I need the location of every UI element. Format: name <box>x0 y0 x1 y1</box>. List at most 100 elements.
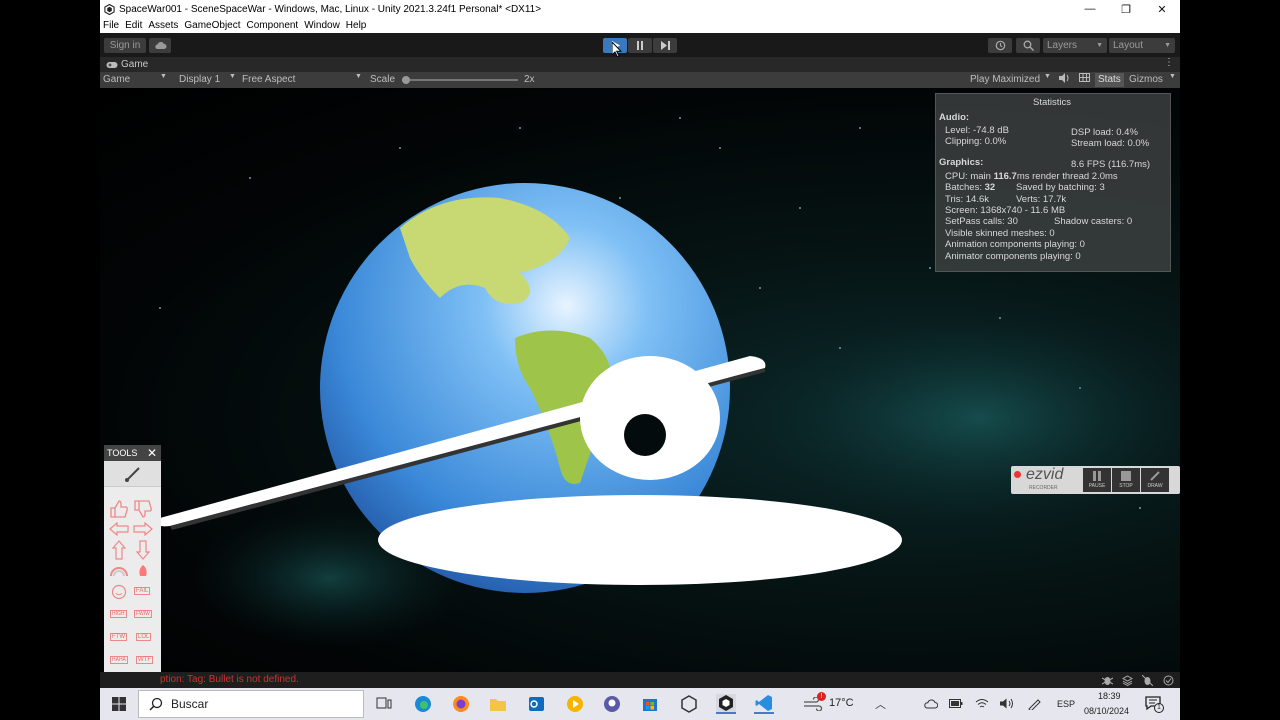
animator-components: Animator components playing: 0 <box>945 251 1081 262</box>
stamp-lol[interactable]: LOL <box>136 633 152 641</box>
arrow-right-icon[interactable] <box>133 522 153 536</box>
display-dropdown[interactable]: Display 1 <box>179 73 220 87</box>
more-options-icon[interactable]: ⋮ <box>1164 57 1174 68</box>
arrow-down-icon[interactable] <box>136 540 150 560</box>
scale-slider-handle[interactable] <box>402 76 410 84</box>
layers-stack-icon[interactable] <box>1122 675 1133 686</box>
menu-file[interactable]: File <box>103 20 119 31</box>
recorder-draw-button[interactable]: DRAW <box>1141 468 1169 492</box>
unity-hub-app[interactable] <box>679 694 699 714</box>
mute-audio-button[interactable] <box>1059 73 1070 87</box>
dsp-load: DSP load: 0.4% <box>1071 127 1138 138</box>
outlook-app[interactable] <box>526 694 546 714</box>
notifications-button[interactable]: 1 <box>1145 695 1164 713</box>
menu-window[interactable]: Window <box>304 20 340 31</box>
volume-icon[interactable] <box>1000 698 1014 709</box>
arrow-left-icon[interactable] <box>109 522 129 536</box>
step-button[interactable] <box>653 38 677 53</box>
vscode-app[interactable] <box>754 694 774 714</box>
thumbs-up-icon[interactable] <box>109 500 129 518</box>
unity-logo-icon <box>103 3 115 15</box>
chevron-up-icon[interactable]: ︿ <box>875 696 886 712</box>
brush-tool[interactable] <box>104 461 161 487</box>
taskbar-search-box[interactable]: Buscar <box>138 690 364 718</box>
stamp-fail[interactable]: FAIL <box>134 587 151 595</box>
shadow-casters: Shadow casters: 0 <box>1054 216 1133 227</box>
input-language[interactable]: ESP <box>1057 699 1075 709</box>
battery-icon[interactable] <box>949 699 963 708</box>
vsync-button[interactable] <box>1079 73 1090 87</box>
nebula <box>760 308 1180 528</box>
play-maximized-dropdown[interactable]: Play Maximized <box>970 73 1040 87</box>
search-button[interactable] <box>1016 38 1040 53</box>
stats-toggle[interactable]: Stats <box>1095 73 1124 87</box>
check-circle-icon[interactable] <box>1163 675 1174 686</box>
smiley-icon[interactable] <box>111 584 127 600</box>
history-button[interactable] <box>988 38 1012 53</box>
github-app[interactable] <box>602 694 622 714</box>
game-viewport[interactable]: Statistics Audio: Level: -74.8 dB Clippi… <box>100 88 1180 688</box>
gizmos-button[interactable]: Gizmos <box>1129 73 1163 87</box>
close-button[interactable]: ✕ <box>1144 3 1180 16</box>
stamp-high[interactable]: HIGH <box>110 610 127 618</box>
ezvid-recorder-widget: ezvid RECORDER PAUSE STOP DRAW <box>1011 466 1180 494</box>
cloud-button[interactable] <box>149 38 171 53</box>
sign-in-button[interactable]: Sign in <box>104 38 146 53</box>
thumbs-down-icon[interactable] <box>133 500 153 518</box>
menu-gameobject[interactable]: GameObject <box>184 20 240 31</box>
menu-help[interactable]: Help <box>346 20 367 31</box>
tris: Tris: 14.6k <box>945 194 989 205</box>
close-icon[interactable]: ✕ <box>147 446 157 460</box>
recorder-stop-button[interactable]: STOP <box>1112 468 1140 492</box>
stamp-fwiw[interactable]: FWIW <box>134 610 152 618</box>
menu-bar: File Edit Assets GameObject Component Wi… <box>100 18 1180 33</box>
menu-edit[interactable]: Edit <box>125 20 142 31</box>
layout-dropdown[interactable]: Layout ▼ <box>1109 38 1175 53</box>
no-bug-icon[interactable] <box>1142 675 1153 686</box>
rocket-icon[interactable] <box>136 564 150 580</box>
console-status-bar[interactable]: ption: Tag: Bullet is not defined. <box>100 672 1180 688</box>
tab-game-label: Game <box>121 59 149 70</box>
tools-panel: TOOLS ✕ FAIL HIGH FWIW FTW LOL HAHA WTF <box>104 445 161 685</box>
main-toolbar: Sign in Layers ▼ Layout ▼ <box>100 33 1180 58</box>
rainbow-icon[interactable] <box>109 564 129 580</box>
stamp-ftw[interactable]: FTW <box>110 633 127 641</box>
edge-app[interactable] <box>413 694 433 714</box>
arrow-up-icon[interactable] <box>112 540 126 560</box>
scale-slider[interactable] <box>402 76 518 84</box>
scale-label: Scale <box>370 74 396 85</box>
cloud-icon[interactable] <box>924 699 938 709</box>
console-message: ption: Tag: Bullet is not defined. <box>160 674 299 685</box>
minimize-button[interactable]: — <box>1072 3 1108 15</box>
media-player-app[interactable] <box>565 694 585 714</box>
clock-time[interactable]: 18:39 <box>1098 691 1121 701</box>
start-button[interactable] <box>109 694 129 714</box>
aspect-dropdown[interactable]: Free Aspect <box>242 73 295 87</box>
pause-button[interactable] <box>628 38 652 53</box>
pause-icon <box>1083 468 1111 483</box>
file-explorer-app[interactable] <box>488 694 508 714</box>
firefox-app[interactable] <box>451 694 471 714</box>
menu-component[interactable]: Component <box>247 20 299 31</box>
game-mode-dropdown[interactable]: Game <box>103 73 130 87</box>
stamp-wtf[interactable]: WTF <box>136 656 153 664</box>
scale-value: 2x <box>524 74 535 85</box>
stamp-haha[interactable]: HAHA <box>110 656 128 664</box>
clock-date[interactable]: 08/10/2024 <box>1084 706 1129 716</box>
history-icon <box>995 40 1005 51</box>
weather-widget[interactable]: ! <box>800 692 826 714</box>
recorder-pause-button[interactable]: PAUSE <box>1083 468 1111 492</box>
debug-icon[interactable] <box>1102 675 1113 686</box>
unity-hub-icon <box>681 695 697 713</box>
tab-game[interactable]: Game <box>106 58 148 71</box>
maximize-button[interactable]: ❐ <box>1108 3 1144 16</box>
pen-icon[interactable] <box>1027 698 1041 710</box>
temperature[interactable]: 17°C <box>829 697 854 709</box>
menu-assets[interactable]: Assets <box>148 20 178 31</box>
store-app[interactable] <box>640 694 660 714</box>
wifi-icon[interactable] <box>975 698 989 709</box>
task-view-button[interactable] <box>374 694 394 714</box>
layers-dropdown[interactable]: Layers ▼ <box>1043 38 1107 53</box>
task-view-icon <box>376 697 392 709</box>
unity-editor-app[interactable] <box>716 694 736 714</box>
